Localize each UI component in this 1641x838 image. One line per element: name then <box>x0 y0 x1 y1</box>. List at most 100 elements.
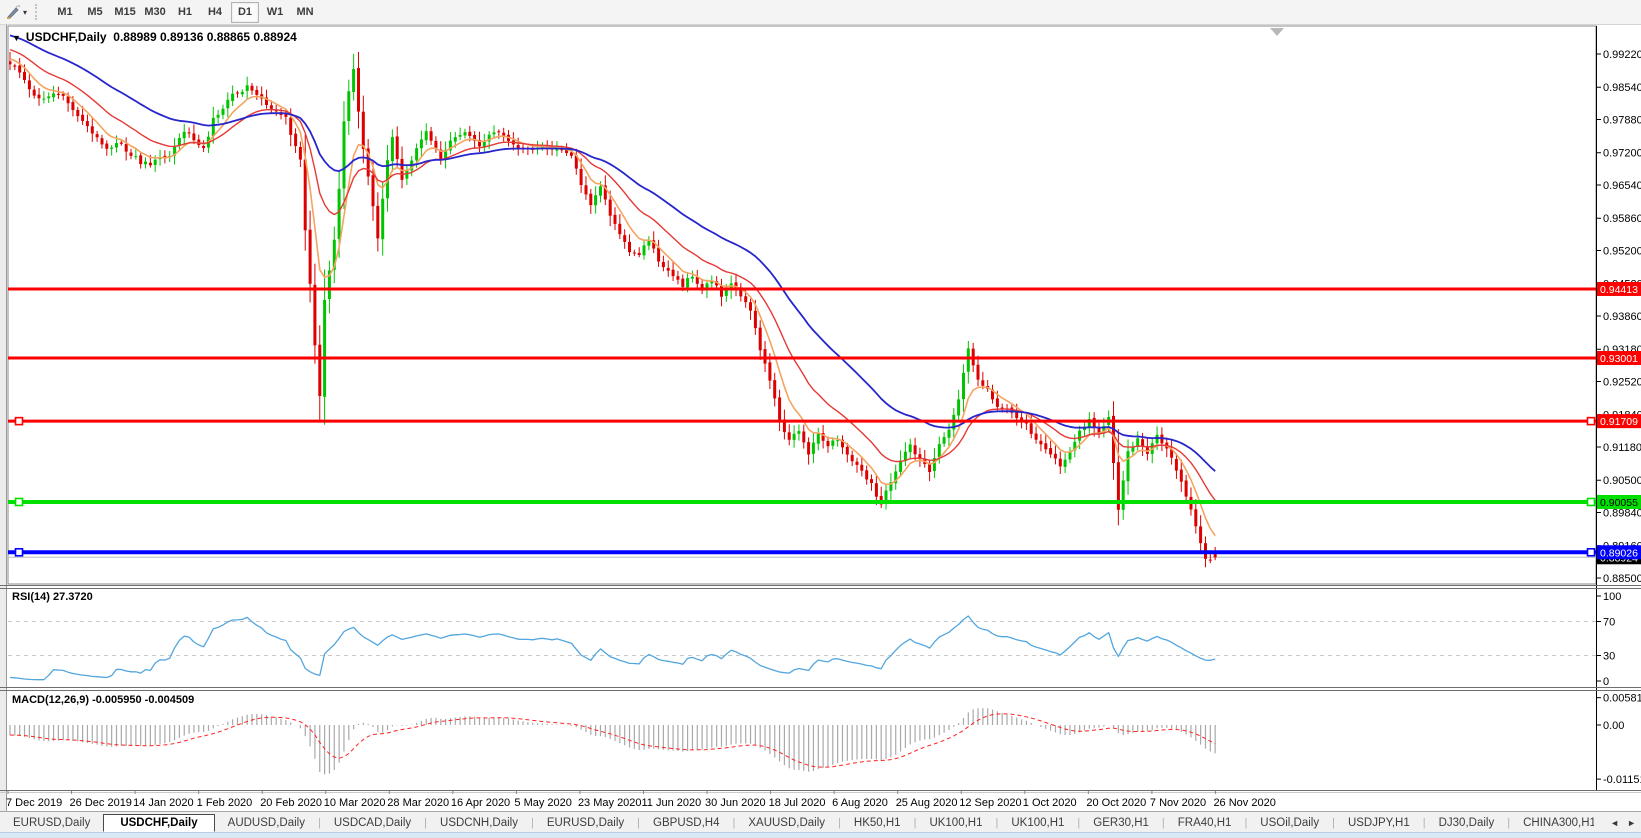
toolbar-grip <box>35 4 42 20</box>
chart-tab-uk100-h1[interactable]: UK100,H1 <box>998 815 1077 831</box>
timeframe-button-m5[interactable]: M5 <box>81 2 109 23</box>
date-axis-label: 25 Aug 2020 <box>896 797 958 809</box>
chart-tabs: EURUSD,DailyUSDCHF,DailyAUDUSD,Daily|USD… <box>0 812 1594 833</box>
chart-tab-hk50-h1[interactable]: HK50,H1 <box>841 815 914 831</box>
price-axis-tick-label: 0.97200 <box>1603 148 1641 160</box>
symbol-period-label: USDCHF,Daily <box>26 30 107 44</box>
window-left-border <box>0 24 6 834</box>
price-axis-tick-label: 0.95860 <box>1603 213 1641 225</box>
timeframe-button-d1[interactable]: D1 <box>231 2 259 23</box>
timeframe-button-h4[interactable]: H4 <box>201 2 229 23</box>
price-axis-tick-label: 0.90500 <box>1603 475 1641 487</box>
chart-tab-bar: EURUSD,DailyUSDCHF,DailyAUDUSD,Daily|USD… <box>0 811 1641 833</box>
date-axis-label: 5 May 2020 <box>514 797 571 809</box>
tab-scroll-right-button[interactable]: ► <box>1627 818 1636 828</box>
timeframe-button-m15[interactable]: M15 <box>111 2 139 23</box>
timeframe-button-m1[interactable]: M1 <box>51 2 79 23</box>
chart-tab-china300-h1[interactable]: CHINA300,H1 <box>1510 815 1594 831</box>
timeframe-button-m30[interactable]: M30 <box>141 2 169 23</box>
chart-tab-usdchf-daily[interactable]: USDCHF,Daily <box>103 814 214 832</box>
timeframe-buttons: M1M5M15M30H1H4D1W1MN <box>50 2 320 23</box>
chart-tab-gbpusd-h4[interactable]: GBPUSD,H4 <box>640 815 732 831</box>
chart-title: ▼ USDCHF,Daily 0.88989 0.89136 0.88865 0.… <box>12 30 297 44</box>
timeframe-button-mn[interactable]: MN <box>291 2 319 23</box>
chart-tab-usdjpy-h1[interactable]: USDJPY,H1 <box>1335 815 1423 831</box>
macd-axis-label: 0.005818 <box>1603 693 1641 705</box>
date-axis-label: 11 Jun 2020 <box>642 797 702 809</box>
chart-tab-usdcad-daily[interactable]: USDCAD,Daily <box>321 815 424 831</box>
chart-tab-usoil-daily[interactable]: USOil,Daily <box>1247 815 1332 831</box>
chart-tab-dj30-daily[interactable]: DJ30,Daily <box>1426 815 1508 831</box>
chart-canvas: 0.99220 0.98540 0.97880 0.97200 0.96540 0.958… <box>0 0 1641 838</box>
price-axis-tick-label: 0.98540 <box>1603 82 1641 94</box>
date-axis-label: 30 Jun 2020 <box>705 797 766 809</box>
price-axis-tick-label: 0.97880 <box>1603 114 1641 126</box>
date-axis-label: 6 Aug 2020 <box>832 797 888 809</box>
macd-signal-line <box>10 714 1215 767</box>
timeframe-button-h1[interactable]: H1 <box>171 2 199 23</box>
chart-tab-usdcnh-daily[interactable]: USDCNH,Daily <box>427 815 531 831</box>
date-axis-label: 23 May 2020 <box>578 797 642 809</box>
crosshair-tool-button[interactable]: ▾ <box>3 3 29 21</box>
date-axis-label: 1 Feb 2020 <box>197 797 253 809</box>
chart-tab-fra40-h1[interactable]: FRA40,H1 <box>1165 815 1245 831</box>
date-axis-label: 12 Sep 2020 <box>959 797 1021 809</box>
line-handle[interactable] <box>1588 498 1595 505</box>
date-axis-label: 16 Apr 2020 <box>451 797 510 809</box>
chart-tab-ger30-h1[interactable]: GER30,H1 <box>1080 815 1162 831</box>
chart-tab-xauusd-daily[interactable]: XAUUSD,Daily <box>735 815 838 831</box>
price-axis-tick-label: 0.93860 <box>1603 311 1641 323</box>
ohlc-values: 0.88989 0.89136 0.88865 0.88924 <box>113 30 297 44</box>
date-axis-label: 20 Feb 2020 <box>260 797 322 809</box>
date-axis-label: 26 Nov 2020 <box>1213 797 1275 809</box>
hline-price-label: 0.93001 <box>1600 353 1638 365</box>
date-axis-label: 28 Mar 2020 <box>387 797 449 809</box>
line-handle[interactable] <box>1588 549 1595 556</box>
chart-tab-uk100-h1[interactable]: UK100,H1 <box>916 815 995 831</box>
hline-price-label: 0.91709 <box>1600 416 1638 428</box>
status-strip <box>0 832 1641 838</box>
hline-price-label: 0.94413 <box>1600 284 1638 296</box>
price-axis-tick-label: 0.96540 <box>1603 180 1641 192</box>
macd-axis-label: -0.011514 <box>1603 774 1641 786</box>
rsi-line <box>10 616 1215 680</box>
price-axis-tick-label: 0.88500 <box>1603 573 1641 585</box>
date-axis-label: 18 Jul 2020 <box>769 797 826 809</box>
line-handle[interactable] <box>16 498 23 505</box>
macd-indicator-label: MACD(12,26,9) -0.005950 -0.004509 <box>12 694 194 706</box>
date-axis-label: 20 Oct 2020 <box>1086 797 1146 809</box>
date-axis-label: 7 Nov 2020 <box>1150 797 1206 809</box>
line-handle[interactable] <box>16 418 23 425</box>
date-axis-label: 1 Oct 2020 <box>1023 797 1077 809</box>
hline-price-label: 0.89026 <box>1600 547 1638 559</box>
price-axis-tick-label: 0.99220 <box>1603 49 1641 61</box>
line-handle[interactable] <box>16 549 23 556</box>
date-axis-label: 14 Jan 2020 <box>133 797 194 809</box>
rsi-axis-label: 30 <box>1603 651 1615 663</box>
tab-scroll-left-button[interactable]: ◄ <box>1610 818 1619 828</box>
price-axis-tick-label: 0.89840 <box>1603 507 1641 519</box>
chevron-down-icon: ▾ <box>23 8 27 17</box>
rsi-indicator-label: RSI(14) 27.3720 <box>12 591 93 603</box>
rsi-axis-label: 0 <box>1603 676 1609 688</box>
macd-histogram <box>10 708 1215 774</box>
rsi-axis-label: 100 <box>1603 591 1621 603</box>
line-handle[interactable] <box>1588 418 1595 425</box>
date-axis-label: 26 Dec 2019 <box>70 797 132 809</box>
crosshair-icon <box>5 4 21 20</box>
collapse-triangle-icon[interactable]: ▼ <box>12 33 21 43</box>
rsi-axis-label: 70 <box>1603 617 1615 629</box>
timeframe-toolbar: ▾ M1M5M15M30H1H4D1W1MN <box>0 0 1641 25</box>
date-axis-label: 7 Dec 2019 <box>6 797 62 809</box>
price-axis-tick-label: 0.92520 <box>1603 376 1641 388</box>
chart-tab-eurusd-daily[interactable]: EURUSD,Daily <box>0 815 103 831</box>
hline-price-label: 0.90055 <box>1600 497 1638 509</box>
tab-scroll-arrows: ◄ ► <box>1602 812 1636 833</box>
chart-tab-audusd-daily[interactable]: AUDUSD,Daily <box>215 815 318 831</box>
price-axis-tick-label: 0.91180 <box>1603 442 1641 454</box>
date-axis-label: 10 Mar 2020 <box>324 797 386 809</box>
chart-tab-eurusd-daily[interactable]: EURUSD,Daily <box>534 815 637 831</box>
timeframe-button-w1[interactable]: W1 <box>261 2 289 23</box>
macd-axis-label: 0.00 <box>1603 720 1624 732</box>
price-axis-tick-label: 0.95200 <box>1603 245 1641 257</box>
